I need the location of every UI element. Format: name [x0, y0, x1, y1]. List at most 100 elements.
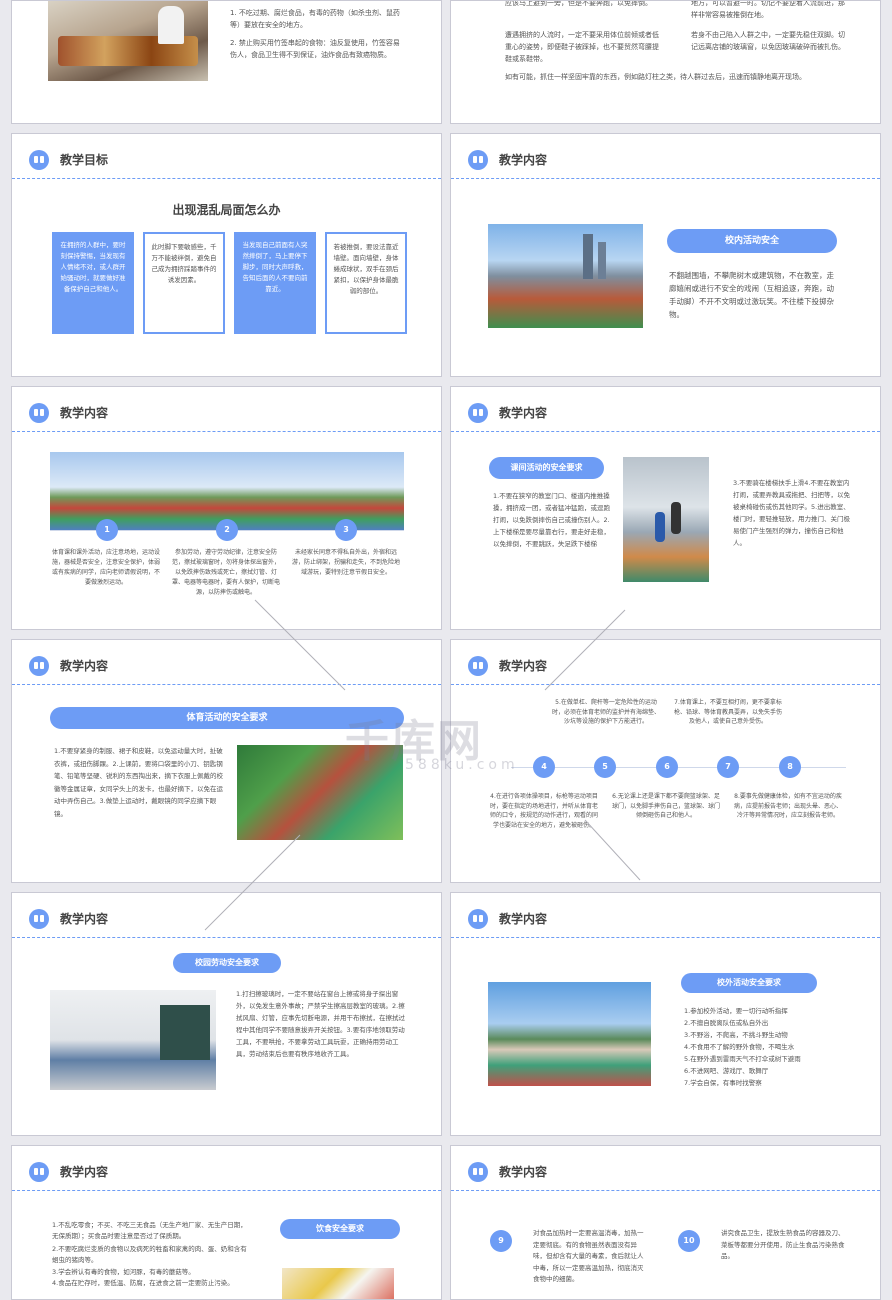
- slide-title: 教学内容: [60, 406, 109, 420]
- classroom-photo: [50, 990, 216, 1090]
- stadium-photo: [488, 224, 643, 328]
- timeline-text-7: 7.体育课上，不要互相打闹，更不要拿标枪、铅球、等体育教具耍弄，以免失手伤及他人…: [673, 699, 782, 725]
- slide-content-1-3: 教学内容 1 2 3 体育课和课外活动，应注意场地，运动设施，器械是否安全，注意…: [11, 386, 442, 630]
- offcampus-item-6: 6.不进网吧、游戏厅、歌舞厅: [684, 1067, 769, 1075]
- goal-box-1: 在拥挤的人群中，要时刻保持警惕，当发现有人情绪不对，或人群开始骚动时，就要做好准…: [52, 232, 134, 334]
- slide-teaching-goals: 教学目标 出现混乱局面怎么办 在拥挤的人群中，要时刻保持警惕，当发现有人情绪不对…: [11, 133, 442, 377]
- canteen-photo: [48, 1, 208, 81]
- crowd-bullet-1: 遭遇拥挤的人流时，一定不要采用体位前倾或者低重心的姿势，即便鞋子被踩掉，也不要贸…: [505, 31, 659, 63]
- slide-title: 教学目标: [60, 153, 109, 167]
- offcampus-item-3: 3.不野浴，不爬高，不挑斗野生动物: [684, 1031, 788, 1039]
- pe-activity-text: 1.不要穿紧身的制服、裙子和皮鞋，以免运动量大时，扯破衣裤，或扭伤脚踝。2.上课…: [54, 747, 223, 818]
- slide-title: 教学内容: [499, 912, 548, 926]
- slide-title: 教学内容: [499, 659, 548, 673]
- book-icon: [29, 1162, 49, 1182]
- slide-campus-activity: 教学内容 校内活动安全 不翻越围墙，不攀爬树木或建筑物，不在教室，走廊嬉闹或进行…: [450, 133, 881, 377]
- slide-crowd-partial: 应该马上避到一旁，但是不要奔跑，以免摔倒。 地方，可以暂避一时。切记不要逆着人流…: [450, 0, 881, 124]
- slide-campus-labor: 教学内容 校园劳动安全要求 1.打扫擦玻璃时，一定不要站在窗台上擦或将身子探出窗…: [11, 892, 442, 1136]
- step-text-1: 体育课和课外活动，应注意场地，运动设施，器械是否安全，注意安全保护，体弱或有疾病…: [51, 549, 160, 586]
- offcampus-item-7: 7.学会自保，有事时找警察: [684, 1079, 762, 1087]
- book-icon: [29, 656, 49, 676]
- slide-header: 教学内容: [12, 1146, 441, 1198]
- step-text-3: 未经家长同意不得私自外出，外宿和远游，防止绑架，拐骗和走失，不到危险地域游玩，要…: [291, 549, 400, 576]
- offcampus-item-2: 2.不擅自脱离队伍或私自外出: [684, 1019, 769, 1027]
- watermark-url: 588ku.com: [405, 757, 519, 773]
- slide-title: 教学内容: [499, 406, 548, 420]
- food-photo: [282, 1268, 394, 1299]
- campus-activity-text: 不翻越围墙，不攀爬树木或建筑物，不在教室，走廊嬉闹或进行不安全的戏闹（互相追逐，…: [669, 271, 834, 319]
- book-icon: [29, 150, 49, 170]
- book-icon: [468, 150, 488, 170]
- campus-labor-pill: 校园劳动安全要求: [173, 953, 281, 973]
- slide-header: 教学内容: [451, 387, 880, 439]
- timeline-dot-6: 6: [656, 756, 678, 778]
- crowd-bullet-3: 如有可能，抓住一样坚固牢靠的东西，例如路灯柱之类，待人群过去后，迅速而镇静地离开…: [505, 73, 806, 81]
- timeline-dot-7: 7: [717, 756, 739, 778]
- food-safety-item-2: 2.不要吃腐烂变质的食物以及病死的牲畜和家禽的肉、蛋、奶和含有蛔虫的猪肉等。: [52, 1245, 247, 1264]
- timeline-text-5: 5.在做单杠、爬杆等一定危险性的运动时，必须在体育老师的监护并有海绵垫、沙坑等设…: [551, 699, 660, 725]
- slide-header: 教学目标: [12, 134, 441, 186]
- crowd-line-left: 应该马上避到一旁，但是不要奔跑，以免摔倒。: [505, 0, 652, 7]
- crowd-bullet-2: 若身不由己陷入人群之中，一定要先稳住双脚。切记远离店铺的玻璃窗，以免因玻璃破碎而…: [691, 31, 845, 51]
- food-rule-1: 1. 不吃过期、腐烂食品，有毒的药物（如杀虫剂、鼠药等）要放在安全的地方。: [230, 9, 400, 29]
- offcampus-item-5: 5.在野外遇到雷雨天气不打伞或树下避雨: [684, 1055, 801, 1063]
- point-dot-10: 10: [678, 1230, 700, 1252]
- step-dot-3: 3: [335, 519, 357, 541]
- offcampus-pill: 校外活动安全要求: [681, 973, 817, 993]
- step-dot-2: 2: [216, 519, 238, 541]
- slide-header: 教学内容: [451, 134, 880, 186]
- court-photo: [488, 982, 651, 1086]
- step-text-2: 参加劳动，遵守劳动纪律，注意安全防范，擦拭玻璃窗时，勿将身体探出窗外，以免跌摔伤…: [171, 549, 280, 596]
- point-dot-9: 9: [490, 1230, 512, 1252]
- slide-header: 教学内容: [451, 640, 880, 692]
- book-icon: [29, 909, 49, 929]
- slide-break-activity: 教学内容 课间活动的安全要求 1.不要在狭窄的教室门口、楼道内推推搡搡，拥挤成一…: [450, 386, 881, 630]
- basketball-photo: [623, 457, 709, 582]
- slide-title: 教学内容: [60, 1165, 109, 1179]
- slide-header: 教学内容: [12, 893, 441, 945]
- slide-header: 教学内容: [451, 1146, 880, 1198]
- goal-box-4: 若被推倒，要设法靠近墙壁。面向墙壁，身体蜷成球状，双手在颈后紧扣，以保护身体最脆…: [325, 232, 407, 334]
- timeline-text-8: 8.要事先做健康体检，如有不宜运动的疾病，应提前报告老师；出现头晕、恶心、冷汗等…: [733, 793, 842, 819]
- goal-box-2: 此时脚下要敏感些，千万不能被绊倒，避免自己成为拥挤踩踏事件的诱发因素。: [143, 232, 225, 334]
- book-icon: [29, 403, 49, 423]
- point-text-10: 讲究食品卫生，提放生熟食品的容器及刀、菜板等都要分开使用，防止生食品污染熟食品。: [721, 1229, 845, 1260]
- slide-title: 教学内容: [499, 153, 548, 167]
- book-icon: [468, 909, 488, 929]
- food-rule-2: 2. 禁止购买用竹签串起的食物：油反复使用，竹签容易伤人，食品卫生得不到保证，油…: [230, 39, 400, 59]
- goal-box-3: 当发现自己前面有人突然摔倒了，马上要停下脚步，同时大声呼救，告知后面的人不要向前…: [234, 232, 316, 334]
- timeline-dot-4: 4: [533, 756, 555, 778]
- timeline-dot-8: 8: [779, 756, 801, 778]
- step-dot-1: 1: [96, 519, 118, 541]
- slide-food-partial: 1. 不吃过期、腐烂食品，有毒的药物（如杀虫剂、鼠药等）要放在安全的地方。 2.…: [11, 0, 442, 124]
- section-subtitle: 出现混乱局面怎么办: [172, 203, 281, 217]
- food-safety-pill: 饮食安全要求: [280, 1219, 400, 1239]
- book-icon: [468, 403, 488, 423]
- food-safety-item-3: 3.学会辨认有毒的食物，如河豚，有毒的蘑菇等。: [52, 1268, 195, 1276]
- slide-header: 教学内容: [451, 893, 880, 945]
- campus-activity-pill: 校内活动安全: [667, 229, 837, 253]
- book-icon: [468, 1162, 488, 1182]
- crowd-line-right: 地方，可以暂避一时。切记不要逆着人流前进，那样非常容易被推倒在地。: [691, 0, 845, 19]
- slide-title: 教学内容: [60, 912, 109, 926]
- timeline-text-4: 4.在进行各项体操项目，标枪等运动项目时，要在指定的场地进行，并听从体育老师的口…: [489, 793, 598, 829]
- point-text-9: 对食品加热时一定要高温消毒，加热一定要彻底。有的食物虽然表面没有异味，但却含有大…: [533, 1229, 644, 1283]
- slide-offcampus-activity: 教学内容 校外活动安全要求 1.参加校外活动，要一切行动听指挥 2.不擅自脱离队…: [450, 892, 881, 1136]
- slide-header: 教学内容: [12, 640, 441, 692]
- food-safety-item-1: 1.不乱吃零食；不买、不吃三无食品（无生产地厂家、无生产日期，无保质期）；买食品…: [52, 1221, 247, 1240]
- slide-title: 教学内容: [499, 1165, 548, 1179]
- timeline-text-6: 6.无论课上还是课下都不要爬篮球架、足球门，以免脚手摔伤自己，篮球架、球门倾倒砸…: [611, 793, 720, 819]
- break-activity-pill: 课间活动的安全要求: [489, 457, 604, 479]
- break-left-text: 1.不要在狭窄的教室门口、楼道内推推搡搡，拥挤成一团，或者猛冲猛跑，或逗跑打闹，…: [493, 492, 610, 548]
- offcampus-item-1: 1.参加校外活动，要一切行动听指挥: [684, 1007, 788, 1015]
- food-safety-item-4: 4.食品在贮存时，要低温、防腐，在进食之前一定要防止污染。: [52, 1279, 234, 1287]
- book-icon: [468, 656, 488, 676]
- slide-header: 教学内容: [12, 387, 441, 439]
- timeline-dot-5: 5: [594, 756, 616, 778]
- offcampus-item-4: 4.不食用不了解的野外食物，不喝生水: [684, 1043, 795, 1051]
- campus-labor-text: 1.打扫擦玻璃时，一定不要站在窗台上擦或将身子探出窗外，以免发生意外事故；严禁学…: [236, 990, 405, 1058]
- slide-content-9-10: 教学内容 9 对食品加热时一定要高温消毒，加热一定要彻底。有的食物虽然表面没有异…: [450, 1145, 881, 1300]
- slide-food-safety: 教学内容 1.不乱吃零食；不买、不吃三无食品（无生产地厂家、无生产日期，无保质期…: [11, 1145, 442, 1300]
- slide-title: 教学内容: [60, 659, 109, 673]
- break-right-text: 3.不要骑在楼梯扶手上滑4.不要在教室内打闹，或要弄教具或拖把、扫把等，以免被桌…: [733, 479, 850, 547]
